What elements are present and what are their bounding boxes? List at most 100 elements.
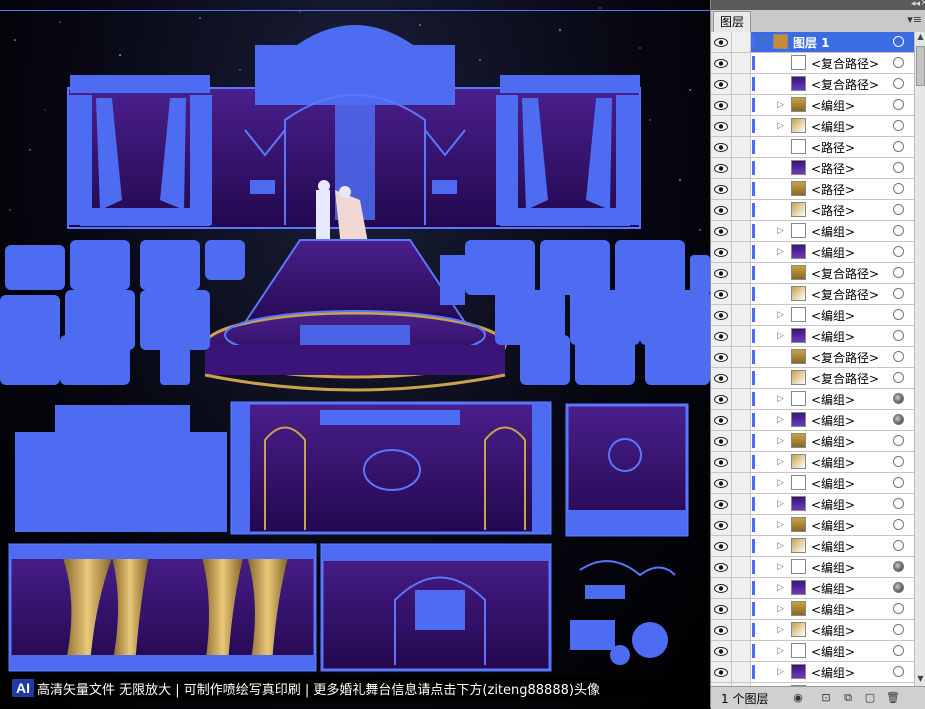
layer-name[interactable]: <编组>	[811, 307, 855, 324]
layer-name[interactable]: 图层 1	[793, 34, 830, 51]
layer-name[interactable]: <编组>	[811, 517, 855, 534]
lock-toggle-cell[interactable]	[732, 452, 751, 472]
target-circle-icon[interactable]	[893, 372, 904, 383]
visibility-eye-icon[interactable]	[711, 179, 732, 199]
lock-toggle-cell[interactable]	[732, 284, 751, 304]
target-circle-icon[interactable]	[893, 99, 904, 110]
expand-triangle-icon[interactable]: ▷	[777, 121, 784, 131]
layer-name[interactable]: <编组>	[811, 223, 855, 240]
sublayer-row[interactable]: ▷ <编组>	[711, 515, 925, 536]
target-circle-icon[interactable]	[893, 225, 904, 236]
lock-toggle-cell[interactable]	[732, 242, 751, 262]
target-circle-icon[interactable]	[893, 645, 904, 656]
visibility-eye-icon[interactable]	[711, 578, 732, 598]
lock-toggle-cell[interactable]	[732, 599, 751, 619]
wedding-stage-artwork[interactable]	[0, 0, 710, 676]
lock-toggle-cell[interactable]	[732, 389, 751, 409]
layer-name[interactable]: <复合路径>	[811, 370, 879, 387]
layer-name[interactable]: <编组>	[811, 433, 855, 450]
lock-toggle-cell[interactable]	[732, 95, 751, 115]
visibility-eye-icon[interactable]	[711, 515, 732, 535]
layer-name[interactable]: <复合路径>	[811, 349, 879, 366]
lock-toggle-cell[interactable]	[732, 536, 751, 556]
scroll-down-icon[interactable]: ▼	[915, 674, 925, 686]
locate-object-icon[interactable]: ◉	[791, 691, 805, 705]
layer-name[interactable]: <编组>	[811, 622, 855, 639]
lock-toggle-cell[interactable]	[732, 326, 751, 346]
layers-scrollbar[interactable]: ▲ ▼	[914, 32, 925, 686]
target-circle-icon[interactable]	[893, 288, 904, 299]
layer-name[interactable]: <复合路径>	[811, 286, 879, 303]
target-circle-icon[interactable]	[893, 582, 904, 593]
visibility-eye-icon[interactable]	[711, 494, 732, 514]
sublayer-row[interactable]: <复合路径>	[711, 53, 925, 74]
expand-triangle-icon[interactable]: ▷	[777, 226, 784, 236]
expand-triangle-icon[interactable]: ▷	[777, 667, 784, 677]
target-circle-icon[interactable]	[893, 267, 904, 278]
visibility-eye-icon[interactable]	[711, 326, 732, 346]
target-circle-icon[interactable]	[893, 351, 904, 362]
sublayer-row[interactable]: <复合路径>	[711, 263, 925, 284]
delete-layer-icon[interactable]: 🗑	[886, 691, 900, 705]
layer-name[interactable]: <编组>	[811, 244, 855, 261]
lock-toggle-cell[interactable]	[732, 305, 751, 325]
target-circle-icon[interactable]	[893, 393, 904, 404]
new-sublayer-icon[interactable]: ⧉	[841, 691, 855, 705]
target-circle-icon[interactable]	[893, 624, 904, 635]
visibility-eye-icon[interactable]	[711, 95, 732, 115]
lock-toggle-cell[interactable]	[732, 32, 751, 52]
target-circle-icon[interactable]	[893, 141, 904, 152]
layer-name[interactable]: <编组>	[811, 454, 855, 471]
lock-toggle-cell[interactable]	[732, 557, 751, 577]
visibility-eye-icon[interactable]	[711, 116, 732, 136]
visibility-eye-icon[interactable]	[711, 74, 732, 94]
visibility-eye-icon[interactable]	[711, 662, 732, 682]
target-circle-icon[interactable]	[893, 414, 904, 425]
target-circle-icon[interactable]	[893, 435, 904, 446]
target-circle-icon[interactable]	[893, 120, 904, 131]
expand-triangle-icon[interactable]: ▷	[777, 394, 784, 404]
layer-name[interactable]: <编组>	[811, 97, 855, 114]
panel-title-bar[interactable]: ◂◂ ×	[711, 0, 925, 10]
lock-toggle-cell[interactable]	[732, 578, 751, 598]
artboard-canvas[interactable]: AI 高清矢量文件 无限放大 | 可制作喷绘写真印刷 | 更多婚礼舞台信息请点击…	[0, 0, 710, 708]
layer-name[interactable]: <编组>	[811, 601, 855, 618]
target-circle-icon[interactable]	[893, 519, 904, 530]
expand-triangle-icon[interactable]: ▷	[777, 541, 784, 551]
sublayer-row[interactable]: <路径>	[711, 158, 925, 179]
sublayer-row[interactable]: ▷ <编组>	[711, 557, 925, 578]
visibility-eye-icon[interactable]	[711, 620, 732, 640]
expand-triangle-icon[interactable]: ▷	[777, 520, 784, 530]
lock-toggle-cell[interactable]	[732, 179, 751, 199]
layer-name[interactable]: <路径>	[811, 202, 855, 219]
expand-triangle-icon[interactable]: ▷	[777, 583, 784, 593]
lock-toggle-cell[interactable]	[732, 200, 751, 220]
layer-name[interactable]: <编组>	[811, 664, 855, 681]
lock-toggle-cell[interactable]	[732, 641, 751, 661]
lock-toggle-cell[interactable]	[732, 410, 751, 430]
target-circle-icon[interactable]	[893, 78, 904, 89]
visibility-eye-icon[interactable]	[711, 431, 732, 451]
layer-name[interactable]: <编组>	[811, 475, 855, 492]
target-circle-icon[interactable]	[893, 498, 904, 509]
sublayer-row[interactable]: ▷ <编组>	[711, 326, 925, 347]
target-circle-icon[interactable]	[893, 561, 904, 572]
expand-triangle-icon[interactable]: ▷	[777, 415, 784, 425]
sublayer-row[interactable]: <复合路径>	[711, 284, 925, 305]
collapse-panel-icon[interactable]: ◂◂	[911, 0, 920, 9]
sublayer-row[interactable]: ▷ <编组>	[711, 620, 925, 641]
new-layer-icon[interactable]: ▢	[863, 691, 877, 705]
target-circle-icon[interactable]	[893, 603, 904, 614]
sublayer-row[interactable]: ▷ <编组>	[711, 305, 925, 326]
expand-triangle-icon[interactable]: ▷	[777, 457, 784, 467]
layer-name[interactable]: <编组>	[811, 328, 855, 345]
lock-toggle-cell[interactable]	[732, 473, 751, 493]
visibility-eye-icon[interactable]	[711, 473, 732, 493]
sublayer-row[interactable]: <路径>	[711, 137, 925, 158]
expand-triangle-icon[interactable]: ▷	[777, 625, 784, 635]
expand-triangle-icon[interactable]: ▷	[777, 604, 784, 614]
visibility-eye-icon[interactable]	[711, 200, 732, 220]
sublayer-row[interactable]: ▷ <编组>	[711, 452, 925, 473]
visibility-eye-icon[interactable]	[711, 557, 732, 577]
visibility-eye-icon[interactable]	[711, 452, 732, 472]
